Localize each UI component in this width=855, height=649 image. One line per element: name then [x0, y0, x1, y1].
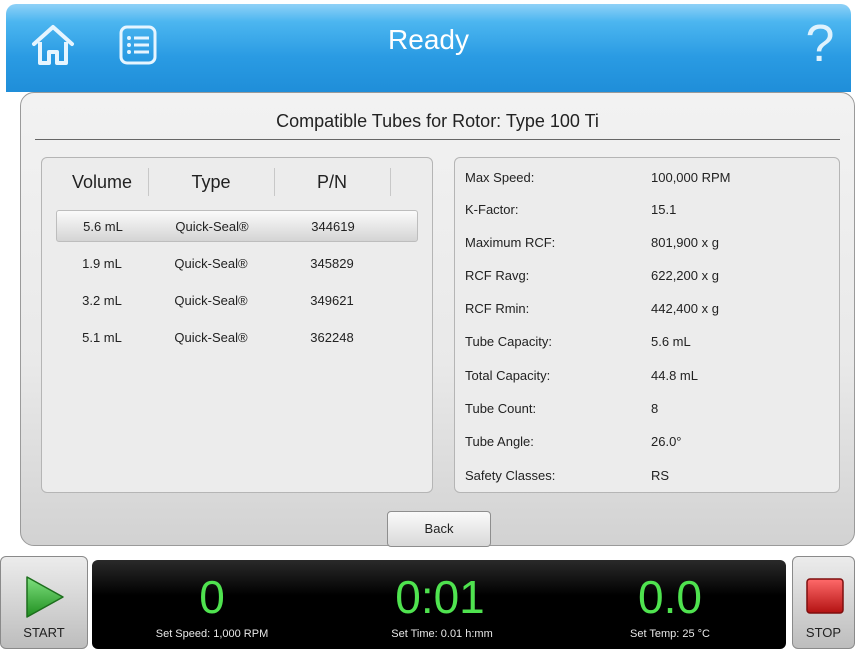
cell-volume: 5.6 mL: [83, 219, 123, 234]
prop-value-tube-count: 8: [651, 401, 659, 416]
title-divider: [35, 139, 840, 140]
help-button[interactable]: ?: [803, 14, 837, 74]
cell-type: Quick-Seal®: [174, 256, 248, 271]
cell-volume: 1.9 mL: [82, 256, 122, 271]
set-speed-readout[interactable]: Set Speed: 1,000 RPM: [112, 628, 312, 640]
set-time-readout[interactable]: Set Time: 0.01 h:mm: [342, 628, 542, 640]
prop-label-tube-capacity: Tube Capacity:: [465, 334, 552, 349]
cell-volume: 5.1 mL: [82, 330, 122, 345]
prop-label-rcf-ravg: RCF Ravg:: [465, 268, 530, 283]
table-row[interactable]: 3.2 mL Quick-Seal® 349621: [56, 285, 418, 317]
header-bar: Ready ?: [6, 4, 851, 92]
cell-pn: 344619: [311, 219, 355, 234]
cell-type: Quick-Seal®: [174, 330, 248, 345]
run-status-display: 0 Set Speed: 1,000 RPM 0:01 Set Time: 0.…: [92, 560, 786, 649]
help-icon: ?: [805, 15, 835, 73]
cell-type: Quick-Seal®: [174, 293, 248, 308]
prop-value-total-capacity: 44.8 mL: [651, 368, 698, 383]
prop-value-max-speed: 100,000 RPM: [651, 170, 731, 185]
current-time-value: 0:01: [395, 571, 485, 623]
set-temp-readout[interactable]: Set Temp: 25 °C: [570, 628, 770, 640]
start-button[interactable]: START: [0, 556, 88, 649]
start-label: START: [23, 625, 65, 640]
prop-label-total-capacity: Total Capacity:: [465, 368, 551, 383]
cell-volume: 3.2 mL: [82, 293, 122, 308]
table-row[interactable]: 1.9 mL Quick-Seal® 345829: [56, 248, 418, 280]
cell-type: Quick-Seal®: [175, 219, 249, 234]
prop-label-tube-angle: Tube Angle:: [465, 434, 534, 449]
prop-label-max-rcf: Maximum RCF:: [465, 235, 556, 250]
stop-icon: [806, 578, 844, 614]
prop-label-safety-classes: Safety Classes:: [465, 468, 556, 483]
page-title: Compatible Tubes for Rotor: Type 100 Ti: [276, 111, 599, 131]
cell-pn: 345829: [310, 256, 354, 271]
prop-value-max-rcf: 801,900 x g: [651, 235, 719, 250]
prop-value-rcf-rmin: 442,400 x g: [651, 301, 719, 316]
prop-value-tube-capacity: 5.6 mL: [651, 334, 691, 349]
prop-value-k-factor: 15.1: [651, 202, 677, 217]
column-header-volume[interactable]: Volume: [56, 172, 148, 193]
prop-label-k-factor: K-Factor:: [465, 202, 519, 217]
stop-button[interactable]: STOP: [792, 556, 855, 649]
column-header-type[interactable]: Type: [148, 172, 274, 193]
table-row[interactable]: 5.6 mL Quick-Seal® 344619: [56, 210, 418, 242]
prop-label-tube-count: Tube Count:: [465, 401, 537, 416]
cell-pn: 349621: [310, 293, 354, 308]
play-icon: [26, 576, 64, 618]
prop-label-max-speed: Max Speed:: [465, 170, 535, 185]
column-header-pn[interactable]: P/N: [274, 172, 390, 193]
stop-label: STOP: [805, 625, 842, 640]
prop-value-rcf-ravg: 622,200 x g: [651, 268, 719, 283]
main-panel: Compatible Tubes for Rotor: Type 100 Ti …: [20, 92, 855, 547]
table-row[interactable]: 5.1 mL Quick-Seal® 362248: [56, 322, 418, 354]
back-button[interactable]: Back: [387, 511, 491, 547]
status-title: Ready: [388, 24, 469, 55]
prop-value-safety-classes: RS: [651, 468, 670, 483]
cell-pn: 362248: [310, 330, 354, 345]
current-speed-value: 0: [199, 571, 225, 623]
rotor-properties-panel: Max Speed: 100,000 RPM K-Factor: 15.1 Ma…: [454, 157, 840, 493]
column-divider: [390, 168, 391, 196]
prop-label-rcf-rmin: RCF Rmin:: [465, 301, 530, 316]
prop-value-tube-angle: 26.0°: [651, 434, 682, 449]
compatible-tubes-table: Volume Type P/N 5.6 mL Quick-Seal® 34461…: [41, 157, 433, 493]
current-temp-value: 0.0: [638, 571, 702, 623]
